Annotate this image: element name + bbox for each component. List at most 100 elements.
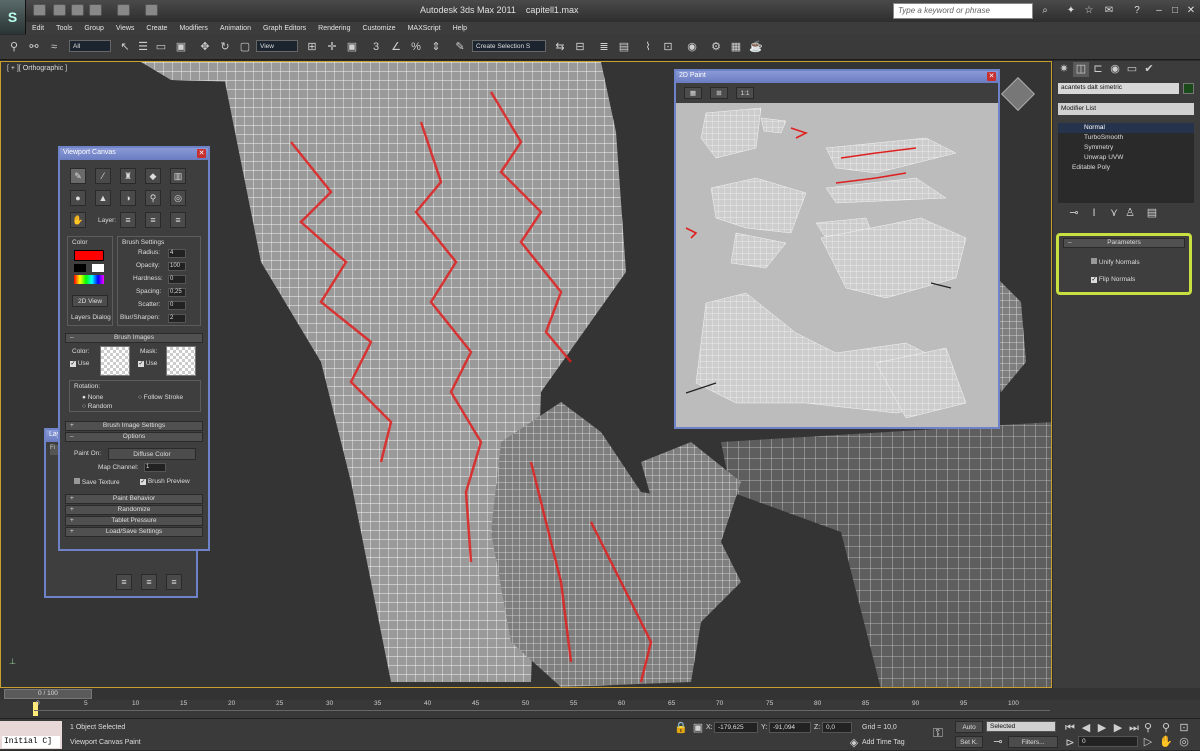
layer-delete-icon[interactable]: ≡ [170,212,186,228]
render-production-icon[interactable]: ☕ [748,40,764,55]
create-tab-icon[interactable]: ✷ [1056,62,1072,77]
tools-icon[interactable]: ✦ [1064,4,1078,18]
configure-modifier-sets-icon[interactable]: ▤ [1144,206,1160,221]
layer-add-icon[interactable]: ≡ [120,212,136,228]
merge-layer-icon[interactable]: ≡ [141,574,157,590]
orbit-icon[interactable]: ◎ [1176,735,1192,750]
reference-coord-dropdown[interactable]: View [256,40,298,52]
menu-tools[interactable]: Tools [50,22,78,35]
y-coordinate-field[interactable]: -91,094 [769,722,811,733]
angle-snap-icon[interactable]: ∠ [388,40,404,55]
background-swatch[interactable] [92,264,104,272]
pan-hand-icon[interactable]: ✋ [70,212,86,228]
parameters-rollout-header[interactable]: – Parameters [1063,238,1185,248]
bind-spacewarp-icon[interactable]: ≈ [46,40,62,55]
key-filter-dropdown[interactable]: Selected [986,721,1056,732]
material-editor-icon[interactable]: ◉ [684,40,700,55]
opacity-spinner[interactable]: 100 [168,262,186,271]
remove-modifier-icon[interactable]: ♙ [1122,206,1138,221]
save-file-icon[interactable] [71,4,84,16]
pan-icon[interactable]: ✋ [1158,735,1174,750]
select-by-name-icon[interactable]: ☰ [135,40,151,55]
link-icon[interactable]: ⚲ [6,40,22,55]
sharpen-icon[interactable]: ▲ [95,190,111,206]
show-grid-icon[interactable]: ▦ [684,87,702,99]
select-object-icon[interactable]: ↖ [117,40,133,55]
close-icon[interactable]: ✕ [987,72,996,81]
menu-modifiers[interactable]: Modifiers [173,22,213,35]
smudge-icon[interactable]: ◎ [170,190,186,206]
filters-button[interactable]: Filters... [1008,736,1058,748]
absolute-mode-icon[interactable]: ▣ [690,721,706,736]
brush-preview-check[interactable]: ✓ Brush Preview [140,478,190,485]
hardness-spinner[interactable]: 0 [168,275,186,284]
add-time-tag[interactable]: Add Time Tag [862,739,905,746]
time-slider-thumb[interactable]: 0 / 100 [4,689,92,699]
paint-brush-icon[interactable]: ✎ [70,168,86,184]
mirror-icon[interactable]: ⇆ [552,40,568,55]
rotation-none-radio[interactable]: ● None [82,394,103,401]
motion-tab-icon[interactable]: ◉ [1107,62,1123,77]
brush-images-rollout[interactable]: – Brush Images [65,333,203,343]
zoom-all-icon[interactable]: ⚲ [1158,721,1174,736]
layer-options-icon[interactable]: ≡ [145,212,161,228]
help-icon[interactable]: ? [1130,4,1144,18]
blur-sharpen-spinner[interactable]: 2 [168,314,186,323]
named-selection-dropdown[interactable]: Create Selection S [472,40,546,52]
rotation-follow-radio[interactable]: ○ Follow Stroke [138,394,183,401]
set-key-icon[interactable]: ⚿ [930,725,946,740]
flip-normals-check[interactable]: ✓ Flip Normals [1091,276,1135,283]
options-rollout[interactable]: – Options [65,432,203,442]
key-filters-icon[interactable]: ⊸ [990,735,1006,750]
maxscript-mini-listener[interactable]: Initial C] [2,736,60,748]
auto-key-button[interactable]: Auto [955,721,983,733]
modifier-list-dropdown[interactable]: Modifier List [1058,103,1194,115]
menu-rendering[interactable]: Rendering [312,22,356,35]
uv-texture-canvas[interactable] [676,103,998,427]
render-setup-icon[interactable]: ⚙ [708,40,724,55]
contrast-icon[interactable]: ◑ [120,190,136,206]
modifier-turbosmooth[interactable]: TurboSmooth [1058,133,1194,143]
current-frame-field[interactable]: 0 [1078,736,1138,747]
randomize-rollout[interactable]: + Randomize [65,505,203,515]
tablet-pressure-rollout[interactable]: + Tablet Pressure [65,516,203,526]
move-icon[interactable]: ✥ [197,40,213,55]
actual-size-button[interactable]: 1:1 [736,87,754,99]
snaps-toggle-icon[interactable]: 3 [368,40,384,55]
mask-use-check[interactable]: ✓ Use [138,360,157,367]
color-use-check[interactable]: ✓ Use [70,360,89,367]
z-coordinate-field[interactable]: 0,0 [822,722,852,733]
close-icon[interactable]: ✕ [197,149,206,158]
window-crossing-icon[interactable]: ▣ [173,40,189,55]
undo-icon[interactable] [89,4,102,16]
key-mode-icon[interactable]: ⊳ [1062,736,1078,751]
dodge-icon[interactable]: ⚲ [145,190,161,206]
rotate-icon[interactable]: ↻ [217,40,233,55]
search-input[interactable]: Type a keyword or phrase [893,3,1033,19]
display-tab-icon[interactable]: ▭ [1124,62,1140,77]
keyboard-shortcut-icon[interactable]: ▣ [344,40,360,55]
load-save-settings-rollout[interactable]: + Load/Save Settings [65,527,203,537]
redo-icon[interactable] [117,4,130,16]
play-icon[interactable]: ▶ [1094,721,1110,736]
clone-stamp-icon[interactable]: ♜ [120,168,136,184]
close-icon[interactable]: ✕ [1184,4,1198,18]
menu-customize[interactable]: Customize [356,22,401,35]
select-manipulate-icon[interactable]: ✛ [324,40,340,55]
previous-frame-icon[interactable]: ◀ [1078,721,1094,736]
spinner-snap-icon[interactable]: ⇕ [428,40,444,55]
open-file-icon[interactable] [53,4,66,16]
unlink-icon[interactable]: ⚯ [26,40,42,55]
radius-spinner[interactable]: 4 [168,249,186,258]
rotation-random-radio[interactable]: ○ Random [82,403,112,410]
scatter-spinner[interactable]: 0 [168,301,186,310]
project-folder-icon[interactable] [145,4,158,16]
go-to-start-icon[interactable]: ⏮ [1062,721,1078,736]
show-end-result-icon[interactable]: I [1086,206,1102,221]
modifier-normal[interactable]: Normal [1058,123,1194,133]
viewport-label[interactable]: [ + ][ Orthographic ] [7,65,67,72]
zoom-icon[interactable]: ⚲ [1140,721,1156,736]
rendered-frame-icon[interactable]: ▦ [728,40,744,55]
maximize-icon[interactable]: □ [1168,4,1182,18]
unify-normals-check[interactable]: Unify Normals [1091,258,1140,266]
